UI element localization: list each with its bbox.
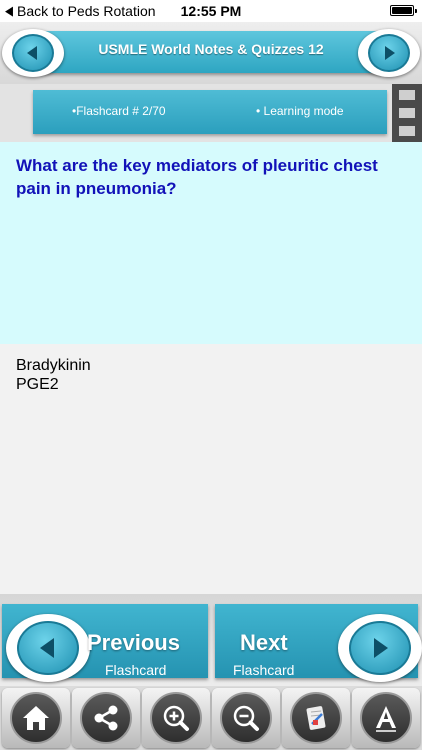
header-back-button[interactable] — [2, 29, 64, 77]
back-to-app-link[interactable]: ◀ Back to Peds Rotation — [4, 3, 156, 19]
previous-flashcard-button[interactable]: Previous Flashcard — [2, 604, 208, 682]
note-icon — [306, 706, 326, 730]
bottom-toolbar — [0, 686, 422, 750]
header: USMLE World Notes & Quizzes 12 — [0, 22, 422, 84]
header-forward-button[interactable] — [358, 29, 420, 77]
zoom-out-button[interactable] — [212, 688, 280, 748]
arrow-right-icon — [385, 46, 395, 60]
back-label: Back to Peds Rotation — [17, 3, 156, 19]
next-label: Next — [240, 630, 288, 655]
previous-sublabel: Flashcard — [105, 662, 167, 678]
answer-line: Bradykinin — [16, 357, 91, 374]
info-bar: •Flashcard # 2/70 • Learning mode — [0, 84, 422, 142]
status-bar: ◀ Back to Peds Rotation 12:55 PM — [0, 0, 422, 22]
zoom-in-button[interactable] — [142, 688, 210, 748]
back-chevron-icon: ◀ — [5, 3, 13, 18]
flashcard-nav: Previous Flashcard Next Flashcard — [0, 594, 422, 686]
share-icon — [94, 705, 118, 731]
share-button[interactable] — [72, 688, 140, 748]
next-circle — [338, 614, 422, 682]
home-icon — [23, 706, 49, 730]
zoom-out-icon — [233, 705, 259, 731]
next-sublabel: Flashcard — [233, 662, 295, 678]
next-flashcard-button[interactable]: Next Flashcard — [215, 604, 422, 682]
font-size-icon — [376, 706, 396, 732]
answer-panel: Bradykinin PGE2 — [0, 344, 422, 594]
font-size-button[interactable] — [352, 688, 420, 748]
question-text: What are the key mediators of pleuritic … — [16, 156, 378, 198]
battery-icon — [390, 5, 417, 16]
film-strip-icon[interactable] — [392, 84, 422, 142]
note-button[interactable] — [282, 688, 350, 748]
previous-label: Previous — [87, 630, 180, 655]
learning-mode-label: • Learning mode — [256, 104, 344, 118]
arrow-left-icon — [40, 638, 54, 658]
home-button[interactable] — [2, 688, 70, 748]
answer-line: PGE2 — [16, 376, 59, 393]
previous-circle — [6, 614, 90, 682]
zoom-in-icon — [163, 705, 189, 731]
flashcard-counter: •Flashcard # 2/70 — [72, 104, 166, 118]
arrow-left-icon — [27, 46, 37, 60]
question-panel: What are the key mediators of pleuritic … — [0, 142, 422, 344]
arrow-right-icon — [374, 638, 388, 658]
